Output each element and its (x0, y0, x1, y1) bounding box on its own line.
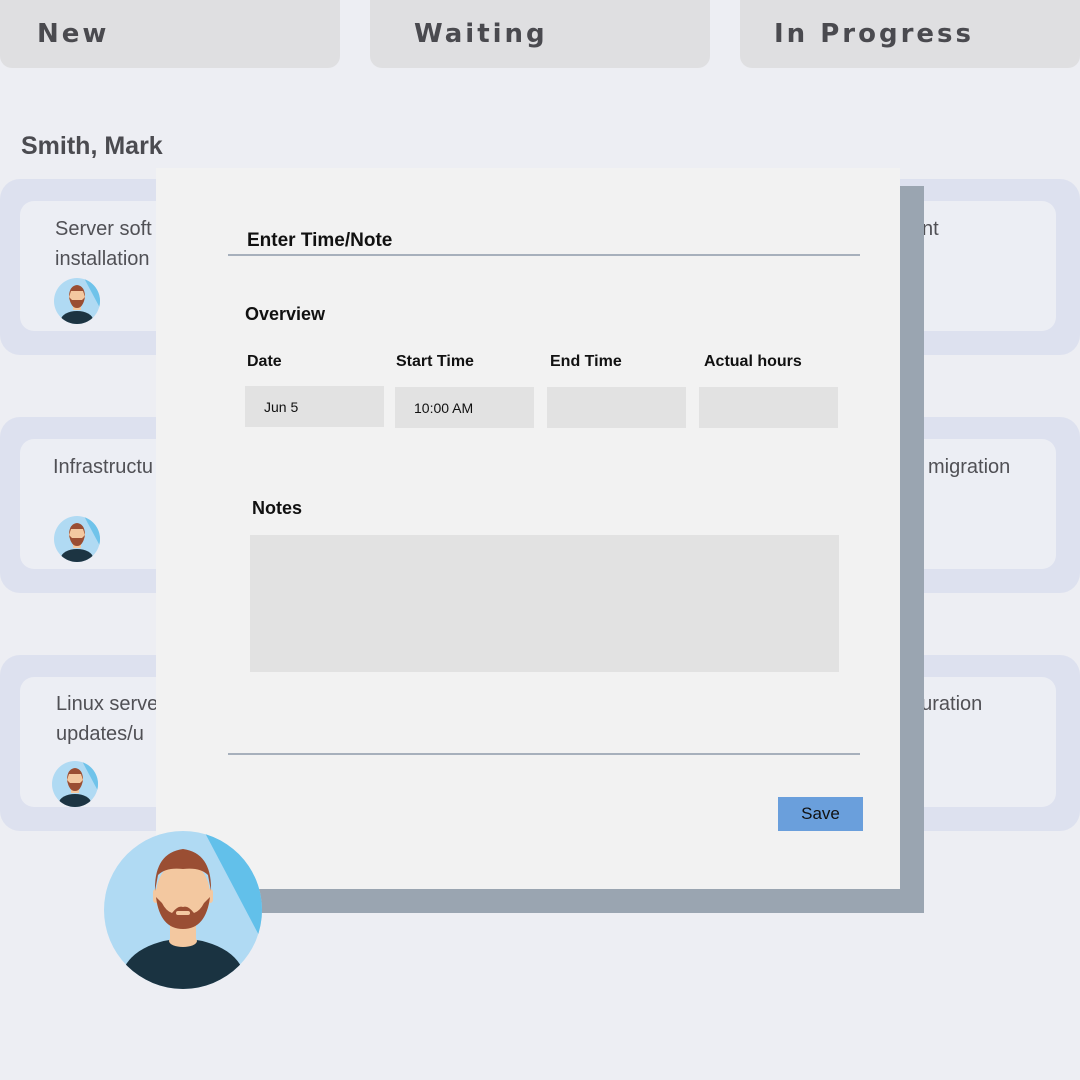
user-avatar-icon[interactable] (104, 831, 262, 989)
column-header-label: New (37, 19, 110, 49)
column-header-waiting[interactable]: Waiting (370, 0, 710, 68)
date-field[interactable]: Jun 5 (245, 386, 384, 427)
date-label: Date (247, 353, 282, 370)
task-card-title: Server soft installation (55, 218, 152, 270)
avatar-icon (52, 761, 98, 807)
column-header-label: Waiting (414, 19, 548, 49)
divider (228, 753, 860, 755)
actual-hours-field[interactable] (699, 387, 838, 428)
actual-hours-label: Actual hours (704, 353, 802, 370)
column-header-in-progress[interactable]: In Progress (740, 0, 1080, 68)
task-card-title: nt (922, 218, 939, 240)
start-time-field[interactable]: 10:00 AM (395, 387, 534, 428)
start-time-label: Start Time (396, 353, 474, 370)
avatar-icon (54, 516, 100, 562)
divider (228, 254, 860, 256)
owner-name: Smith, Mark (21, 132, 163, 160)
column-header-new[interactable]: New (0, 0, 340, 68)
notes-textarea[interactable] (250, 535, 839, 672)
column-header-label: In Progress (774, 19, 974, 49)
end-time-label: End Time (550, 353, 622, 370)
notes-heading: Notes (252, 498, 303, 518)
task-card-title: Infrastructu (53, 456, 154, 478)
avatar-icon (54, 278, 100, 324)
overview-heading: Overview (245, 304, 326, 324)
save-button[interactable]: Save (778, 797, 863, 831)
task-card-title: migration (928, 456, 1011, 478)
dialog-title: Enter Time/Note (247, 230, 393, 251)
time-note-dialog: Enter Time/Note Overview Date Start Time… (156, 168, 900, 889)
task-card-title: Linux serve updates/u (56, 693, 159, 745)
end-time-field[interactable] (547, 387, 686, 428)
